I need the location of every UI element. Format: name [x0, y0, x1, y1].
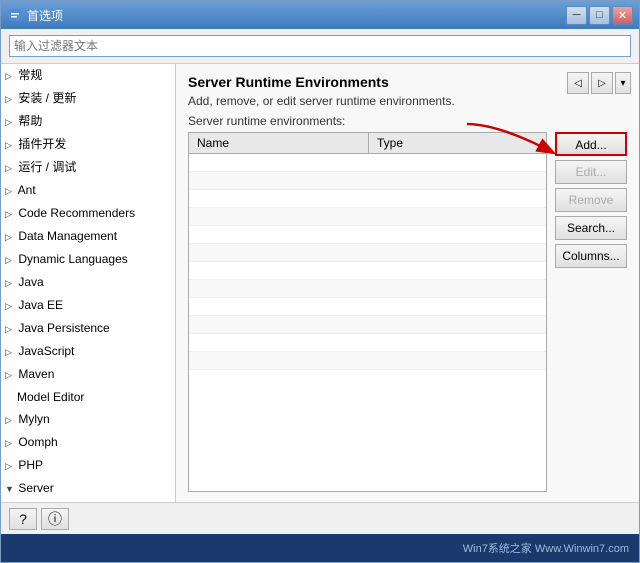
sidebar: ▷ 常规 ▷ 安装 / 更新 ▷ 帮助 ▷ 插件	[1, 64, 176, 502]
filter-input[interactable]	[9, 35, 631, 57]
arrow-icon: ▷	[5, 274, 15, 292]
sidebar-item-code-recommenders[interactable]: ▷ Code Recommenders	[1, 202, 175, 225]
table-row	[189, 262, 546, 280]
sidebar-item-javascript[interactable]: ▷ JavaScript	[1, 340, 175, 363]
title-bar: 首选项 ─ □ ✕	[1, 1, 639, 29]
remove-button[interactable]: Remove	[555, 188, 627, 212]
table-row	[189, 316, 546, 334]
restore-button[interactable]: □	[589, 6, 610, 25]
table-header-type: Type	[369, 133, 546, 153]
search-button[interactable]: Search...	[555, 216, 627, 240]
nav-dropdown-button[interactable]: ▾	[615, 72, 631, 94]
table-body	[189, 154, 546, 491]
window-icon	[7, 7, 23, 23]
table-area: Name Type	[188, 132, 627, 492]
sidebar-item-java[interactable]: ▷ Java	[1, 271, 175, 294]
arrow-icon: ▷	[5, 228, 15, 246]
arrow-icon: ▷	[5, 366, 15, 384]
table-row	[189, 172, 546, 190]
close-button[interactable]: ✕	[612, 6, 633, 25]
table-row	[189, 154, 546, 172]
filter-bar	[1, 29, 639, 64]
sidebar-item-java-ee[interactable]: ▷ Java EE	[1, 294, 175, 317]
arrow-icon: ▷	[5, 434, 15, 452]
watermark-text: Win7系统之家 Www.Winwin7.com	[463, 540, 629, 556]
table-row	[189, 280, 546, 298]
environments-table: Name Type	[188, 132, 547, 492]
table-row	[189, 298, 546, 316]
arrow-icon: ▷	[5, 320, 15, 338]
arrow-icon: ▷	[5, 297, 15, 315]
table-header-name: Name	[189, 133, 369, 153]
watermark-bar: Win7系统之家 Www.Winwin7.com	[1, 534, 639, 562]
minimize-button[interactable]: ─	[566, 6, 587, 25]
table-header: Name Type	[189, 133, 546, 154]
add-button[interactable]: Add...	[555, 132, 627, 156]
bottom-bar: ? ⓘ	[1, 502, 639, 534]
sidebar-item-general[interactable]: ▷ 常规	[1, 64, 175, 87]
table-row	[189, 244, 546, 262]
help-button[interactable]: ?	[9, 508, 37, 530]
table-row	[189, 208, 546, 226]
sidebar-item-dynamic-languages[interactable]: ▷ Dynamic Languages	[1, 248, 175, 271]
sidebar-list: ▷ 常规 ▷ 安装 / 更新 ▷ 帮助 ▷ 插件	[1, 64, 175, 502]
sidebar-item-oomph[interactable]: ▷ Oomph	[1, 431, 175, 454]
nav-forward-button[interactable]: ▷	[591, 72, 613, 94]
arrow-icon: ▷	[5, 411, 15, 429]
sidebar-item-maven[interactable]: ▷ Maven	[1, 363, 175, 386]
table-row	[189, 334, 546, 352]
arrow-down-icon: ▼	[5, 480, 15, 498]
sidebar-item-ant[interactable]: ▷ Ant	[1, 179, 175, 202]
panel-env-label: Server runtime environments:	[188, 114, 627, 128]
side-buttons: Add... Edit... Remove Search... Columns.…	[555, 132, 627, 492]
edit-button[interactable]: Edit...	[555, 160, 627, 184]
right-panel: ◁ ▷ ▾ Server Runtime Environments Add, r…	[176, 64, 639, 502]
window-controls: ─ □ ✕	[566, 6, 633, 25]
sidebar-list-container: ▷ 常规 ▷ 安装 / 更新 ▷ 帮助 ▷ 插件	[1, 64, 176, 502]
sidebar-item-help[interactable]: ▷ 帮助	[1, 110, 175, 133]
arrow-icon: ▷	[5, 113, 15, 131]
table-row	[189, 190, 546, 208]
arrow-icon: ▷	[5, 67, 15, 85]
sidebar-item-install-update[interactable]: ▷ 安装 / 更新	[1, 87, 175, 110]
arrow-icon: ▷	[5, 457, 15, 475]
panel-subtitle: Add, remove, or edit server runtime envi…	[188, 94, 627, 108]
columns-button[interactable]: Columns...	[555, 244, 627, 268]
arrow-icon: ▷	[5, 251, 15, 269]
arrow-icon: ▷	[5, 205, 15, 223]
arrow-icon: ▷	[5, 159, 15, 177]
arrow-icon: ▷	[5, 343, 15, 361]
sidebar-item-mylyn[interactable]: ▷ Mylyn	[1, 408, 175, 431]
table-row	[189, 352, 546, 370]
sidebar-item-model-editor[interactable]: Model Editor	[1, 386, 175, 408]
sidebar-item-audio[interactable]: Audio	[1, 500, 175, 502]
main-content: ▷ 常规 ▷ 安装 / 更新 ▷ 帮助 ▷ 插件	[1, 29, 639, 502]
arrow-icon: ▷	[5, 136, 15, 154]
sidebar-item-php[interactable]: ▷ PHP	[1, 454, 175, 477]
sidebar-item-plugin-dev[interactable]: ▷ 插件开发	[1, 133, 175, 156]
nav-controls: ◁ ▷ ▾	[567, 72, 631, 94]
arrow-icon: ▷	[5, 182, 15, 200]
table-row	[189, 226, 546, 244]
sidebar-item-java-persistence[interactable]: ▷ Java Persistence	[1, 317, 175, 340]
preferences-window: 首选项 ─ □ ✕ ▷ 常规	[0, 0, 640, 563]
panel-title: Server Runtime Environments	[188, 74, 627, 90]
info-button[interactable]: ⓘ	[41, 508, 69, 530]
sidebar-item-server[interactable]: ▼ Server	[1, 477, 175, 500]
arrow-icon: ▷	[5, 90, 15, 108]
split-area: ▷ 常规 ▷ 安装 / 更新 ▷ 帮助 ▷ 插件	[1, 64, 639, 502]
sidebar-item-run-debug[interactable]: ▷ 运行 / 调试	[1, 156, 175, 179]
sidebar-item-data-management[interactable]: ▷ Data Management	[1, 225, 175, 248]
nav-back-button[interactable]: ◁	[567, 72, 589, 94]
window-title: 首选项	[27, 7, 566, 24]
